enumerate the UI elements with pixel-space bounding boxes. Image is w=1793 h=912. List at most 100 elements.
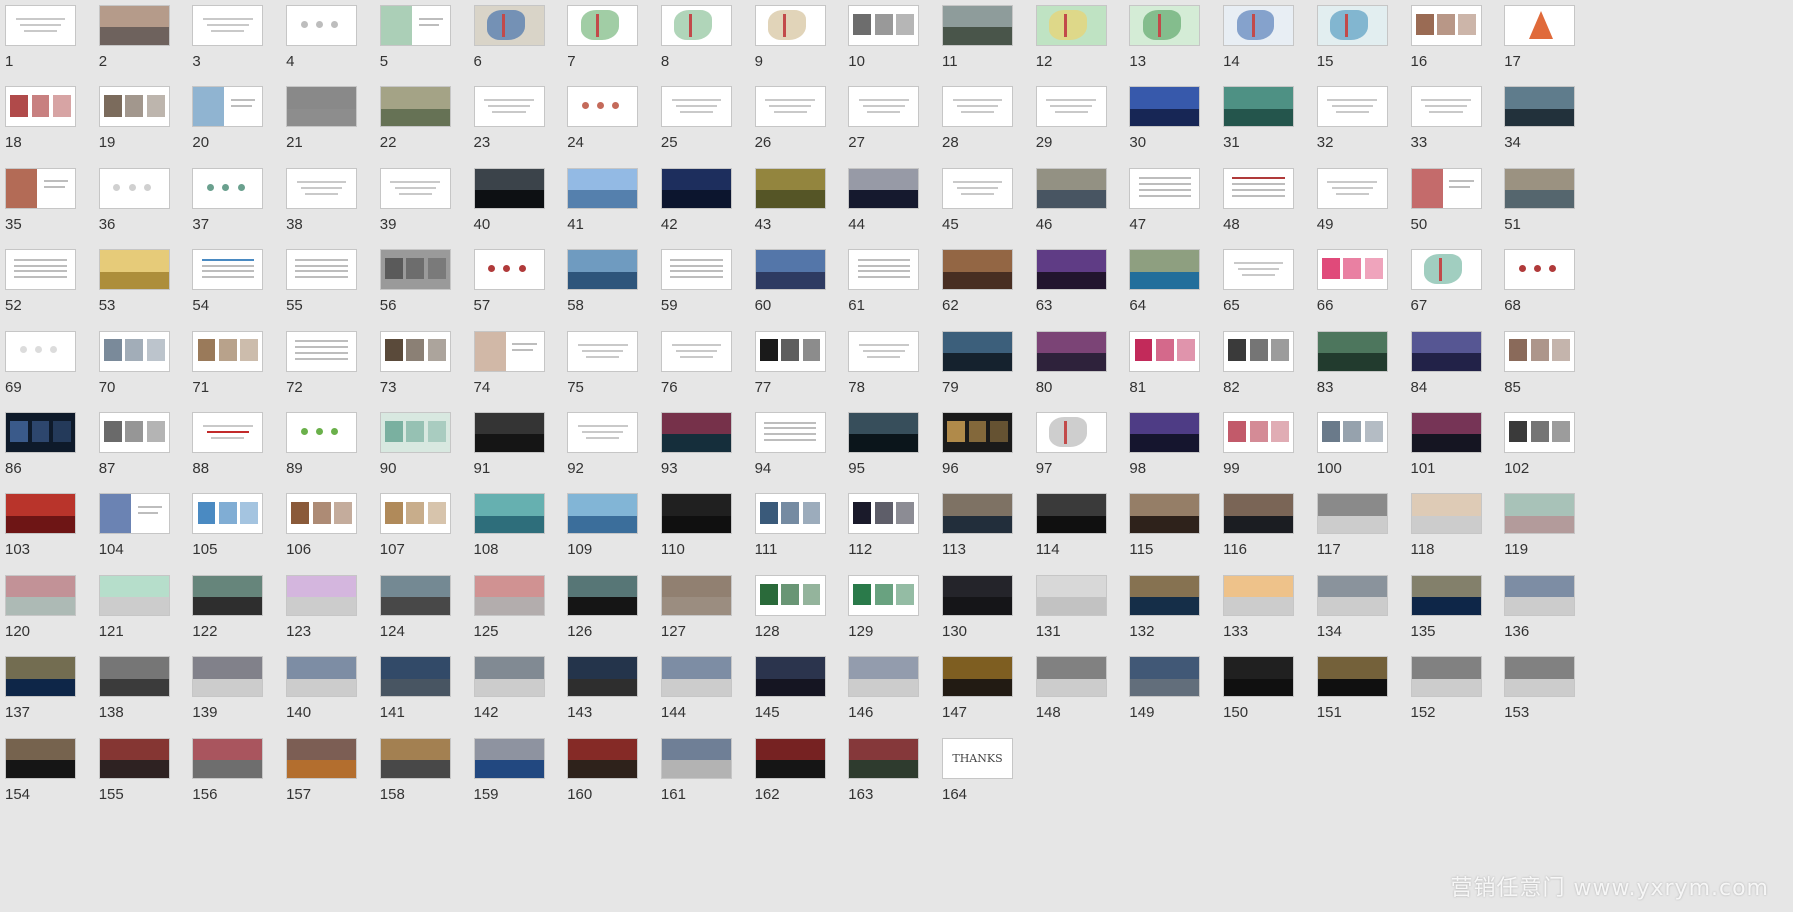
slide-thumbnail[interactable] (473, 86, 545, 128)
slide-item[interactable]: 149 (1128, 656, 1235, 749)
slide-thumbnail[interactable] (754, 5, 826, 46)
slide-thumbnail[interactable] (1129, 5, 1201, 46)
slide-item[interactable]: THANKS 164 (941, 737, 1048, 831)
slide-thumbnail[interactable] (192, 5, 264, 46)
slide-thumbnail[interactable] (1223, 249, 1295, 291)
slide-item[interactable]: 110 (660, 493, 767, 586)
slide-item[interactable]: 123 (285, 574, 392, 668)
slide-thumbnail[interactable] (1504, 493, 1576, 535)
slide-item[interactable]: 143 (566, 656, 673, 749)
slide-item[interactable]: 82 (1222, 330, 1329, 424)
slide-thumbnail[interactable] (5, 330, 76, 372)
slide-thumbnail[interactable] (1316, 412, 1388, 453)
slide-thumbnail[interactable] (286, 656, 358, 698)
slide-item[interactable]: 4 (285, 5, 392, 98)
slide-thumbnail[interactable] (1223, 574, 1295, 616)
slide-item[interactable]: 121 (98, 574, 205, 668)
slide-thumbnail[interactable] (5, 5, 76, 46)
slide-item[interactable]: 131 (1035, 574, 1142, 668)
slide-item[interactable]: 154 (4, 737, 111, 831)
slide-item[interactable]: 138 (98, 656, 205, 749)
slide-item[interactable]: 93 (660, 412, 767, 505)
slide-thumbnail[interactable] (1504, 412, 1576, 453)
slide-item[interactable]: 99 (1222, 412, 1329, 505)
slide-thumbnail[interactable] (98, 656, 170, 698)
slide-item[interactable]: 57 (473, 249, 580, 342)
slide-item[interactable]: 133 (1222, 574, 1329, 668)
slide-item[interactable]: 162 (754, 737, 861, 831)
slide-thumbnail[interactable] (286, 5, 358, 46)
slide-thumbnail[interactable] (660, 249, 732, 291)
slide-item[interactable]: 80 (1035, 330, 1142, 424)
slide-thumbnail[interactable] (848, 330, 920, 372)
slide-item[interactable]: 36 (98, 167, 205, 261)
slide-item[interactable]: 95 (847, 412, 954, 505)
slide-thumbnail[interactable] (567, 330, 639, 372)
slide-thumbnail[interactable] (379, 330, 451, 372)
slide-thumbnail[interactable] (1316, 330, 1388, 372)
slide-thumbnail[interactable] (1410, 249, 1482, 291)
slide-item[interactable]: 28 (941, 86, 1048, 179)
slide-thumbnail[interactable] (192, 86, 264, 128)
slide-thumbnail[interactable] (286, 574, 358, 616)
slide-thumbnail[interactable] (567, 412, 639, 453)
slide-item[interactable]: 134 (1316, 574, 1423, 668)
slide-item[interactable]: 155 (98, 737, 205, 831)
slide-item[interactable]: 139 (191, 656, 298, 749)
slide-thumbnail[interactable] (98, 86, 170, 128)
slide-thumbnail[interactable] (192, 574, 264, 616)
slide-thumbnail[interactable] (1129, 330, 1201, 372)
slide-item[interactable]: 71 (191, 330, 298, 424)
slide-item[interactable]: 113 (941, 493, 1048, 586)
slide-thumbnail[interactable] (1035, 493, 1107, 535)
slide-thumbnail[interactable] (1410, 86, 1482, 128)
slide-item[interactable]: 5 (379, 5, 486, 98)
slide-item[interactable]: 140 (285, 656, 392, 749)
slide-item[interactable]: 64 (1128, 249, 1235, 342)
slide-thumbnail[interactable] (942, 5, 1013, 46)
slide-thumbnail[interactable] (567, 86, 639, 128)
slide-item[interactable]: 62 (941, 249, 1048, 342)
slide-item[interactable]: 100 (1316, 412, 1423, 505)
slide-thumbnail[interactable] (1223, 5, 1295, 46)
slide-item[interactable]: 20 (191, 86, 298, 179)
slide-item[interactable]: 53 (98, 249, 205, 342)
slide-item[interactable]: 33 (1410, 86, 1517, 179)
slide-thumbnail[interactable] (473, 574, 545, 616)
slide-thumbnail[interactable] (192, 412, 264, 453)
slide-thumbnail[interactable] (379, 574, 451, 616)
slide-item[interactable]: 98 (1128, 412, 1235, 505)
slide-item[interactable]: 148 (1035, 656, 1142, 749)
slide-item[interactable]: 48 (1222, 167, 1329, 261)
slide-thumbnail[interactable] (567, 737, 639, 779)
slide-thumbnail[interactable] (1223, 167, 1295, 209)
slide-thumbnail[interactable] (1035, 86, 1107, 128)
slide-thumbnail[interactable] (98, 249, 170, 291)
slide-thumbnail[interactable] (5, 249, 76, 291)
slide-item[interactable]: 86 (4, 412, 111, 505)
slide-thumbnail[interactable] (5, 493, 76, 535)
slide-thumbnail[interactable] (942, 412, 1013, 453)
slide-item[interactable]: 116 (1222, 493, 1329, 586)
slide-item[interactable]: 135 (1410, 574, 1517, 668)
slide-thumbnail[interactable] (98, 574, 170, 616)
slide-thumbnail[interactable] (1410, 412, 1482, 453)
slide-item[interactable]: 61 (847, 249, 954, 342)
slide-thumbnail[interactable] (1504, 5, 1576, 46)
slide-thumbnail[interactable] (660, 330, 732, 372)
slide-item[interactable]: 72 (285, 330, 392, 424)
slide-item[interactable]: 85 (1503, 330, 1610, 424)
slide-thumbnail[interactable] (1035, 5, 1107, 46)
slide-thumbnail[interactable] (286, 412, 358, 453)
slide-thumbnail[interactable] (379, 167, 451, 209)
slide-thumbnail[interactable] (567, 574, 639, 616)
slide-item[interactable]: 137 (4, 656, 111, 749)
slide-thumbnail[interactable] (286, 249, 358, 291)
slide-item[interactable]: 65 (1222, 249, 1329, 342)
slide-item[interactable]: 103 (4, 493, 111, 586)
slide-thumbnail[interactable] (98, 330, 170, 372)
slide-item[interactable]: 67 (1410, 249, 1517, 342)
slide-thumbnail[interactable] (5, 656, 76, 698)
slide-thumbnail[interactable] (1035, 249, 1107, 291)
slide-thumbnail[interactable] (848, 737, 920, 779)
